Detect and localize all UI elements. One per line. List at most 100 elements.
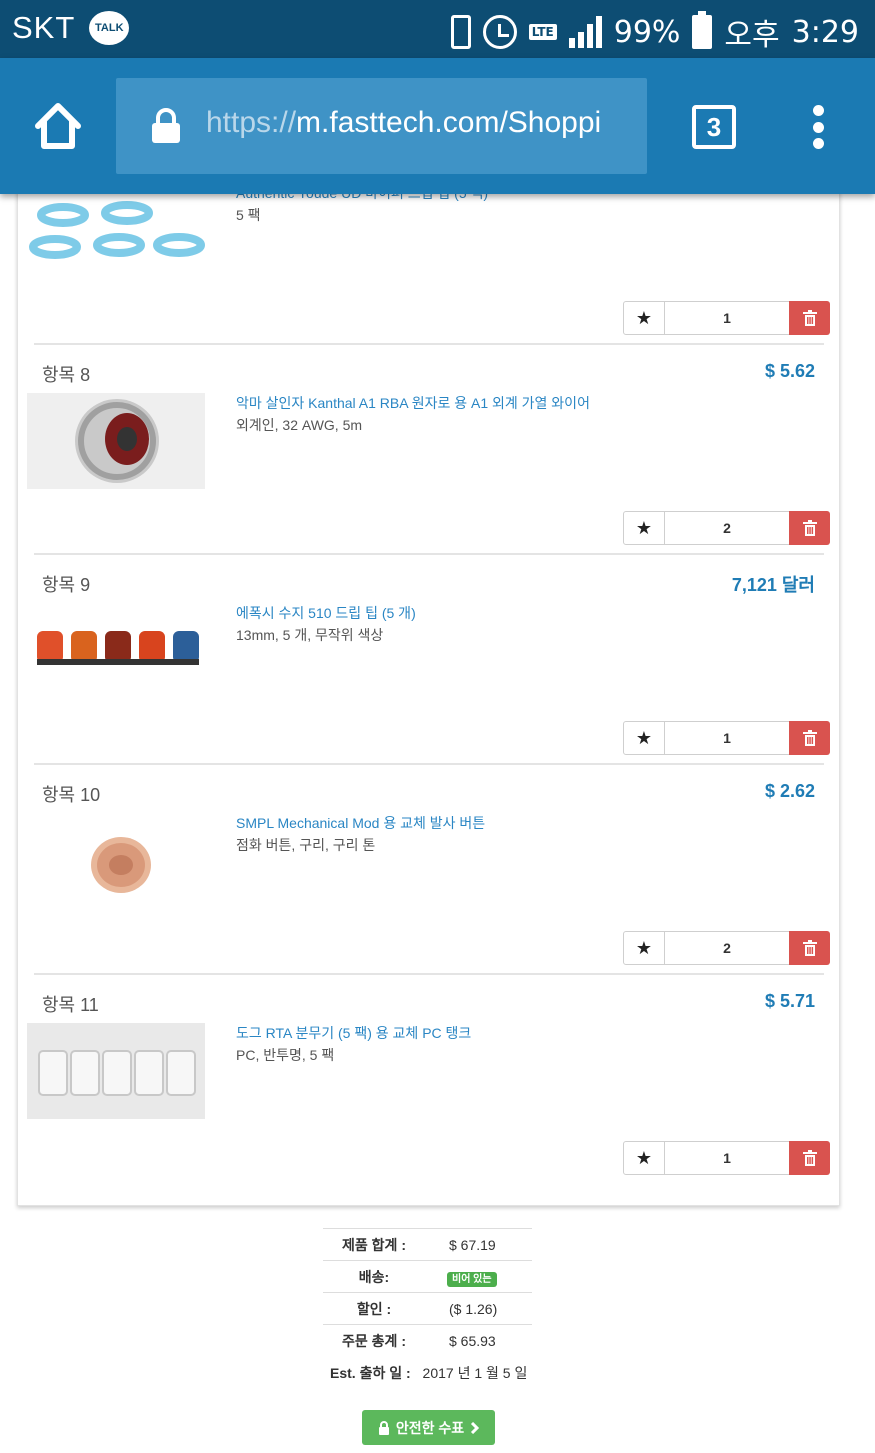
order-summary: 제품 합계 : $ 67.19 배송: 비어 있는 할인 : ($ 1.26) … bbox=[323, 1228, 532, 1356]
wishlist-star-button[interactable]: ★ bbox=[623, 301, 665, 335]
item-number: 항목 11 bbox=[42, 995, 99, 1015]
lock-icon bbox=[378, 1420, 389, 1435]
status-bar: SKT TALK LTE 99% 오후 3:29 bbox=[0, 0, 875, 58]
estimated-ship-date: Est. 출하 일 : 2017 년 1 월 5 일 bbox=[330, 1363, 527, 1383]
item-price: $ 2.62 bbox=[764, 781, 815, 801]
remove-item-button[interactable] bbox=[789, 931, 830, 965]
product-title-link[interactable]: SMPL Mechanical Mod 용 교체 발사 버튼 bbox=[236, 813, 485, 833]
shipping-row: 배송: 비어 있는 bbox=[323, 1260, 532, 1292]
alarm-icon bbox=[482, 15, 517, 49]
secure-checkout-button[interactable]: 안전한 수표 bbox=[362, 1410, 495, 1445]
trash-icon bbox=[802, 940, 817, 956]
est-ship-value: 2017 년 1 월 5 일 bbox=[422, 1365, 528, 1381]
divider bbox=[34, 763, 824, 765]
battery-percent: 99% bbox=[613, 14, 681, 50]
trash-icon bbox=[802, 1150, 817, 1166]
product-title-link[interactable]: 도그 RTA 분무기 (5 팩) 용 교체 PC 탱크 bbox=[236, 1023, 471, 1043]
wishlist-star-button[interactable]: ★ bbox=[623, 931, 665, 965]
product-image[interactable] bbox=[27, 1023, 205, 1119]
wishlist-star-button[interactable]: ★ bbox=[623, 1141, 665, 1175]
home-button[interactable] bbox=[30, 98, 86, 154]
discount-row: 할인 : ($ 1.26) bbox=[323, 1292, 532, 1324]
product-image[interactable] bbox=[27, 813, 205, 909]
time: 3:29 bbox=[791, 14, 859, 50]
checkout-label: 안전한 수표 bbox=[395, 1419, 465, 1436]
carrier-name: SKT bbox=[12, 10, 76, 45]
home-icon bbox=[35, 103, 81, 149]
remove-item-button[interactable] bbox=[789, 721, 830, 755]
item-controls: ★ 2 bbox=[623, 511, 830, 545]
wishlist-star-button[interactable]: ★ bbox=[623, 511, 665, 545]
product-title-link[interactable]: 악마 살인자 Kanthal A1 RBA 원자로 용 A1 외계 가열 와이어 bbox=[236, 393, 590, 413]
total-row: 주문 총계 : $ 65.93 bbox=[323, 1324, 532, 1356]
quantity-input[interactable]: 1 bbox=[665, 1141, 789, 1175]
item-controls: ★ 1 bbox=[623, 1141, 830, 1175]
remove-item-button[interactable] bbox=[789, 1141, 830, 1175]
divider bbox=[34, 973, 824, 975]
item-number: 항목 8 bbox=[42, 365, 91, 385]
cart-list: Authentic Youde UD 바이퍼 드립 팁 (5 팩) 5 팩 ★ … bbox=[17, 150, 840, 1206]
signal-icon bbox=[568, 16, 602, 48]
menu-dot-icon bbox=[812, 138, 824, 149]
product-options: PC, 반투명, 5 팩 bbox=[236, 1047, 335, 1063]
product-title-link[interactable]: 에폭시 수지 510 드립 팁 (5 개) bbox=[236, 603, 416, 623]
item-controls: ★ 1 bbox=[623, 301, 830, 335]
product-options: 13mm, 5 개, 무작위 색상 bbox=[236, 627, 384, 643]
divider bbox=[34, 343, 824, 345]
star-icon: ★ bbox=[635, 307, 653, 329]
product-image[interactable] bbox=[27, 393, 205, 489]
discount-label: 할인 : bbox=[356, 1300, 392, 1317]
lte-icon: LTE bbox=[528, 24, 557, 40]
remove-item-button[interactable] bbox=[789, 511, 830, 545]
battery-icon bbox=[692, 11, 713, 49]
subtotal-value: $ 67.19 bbox=[449, 1236, 496, 1253]
trash-icon bbox=[802, 730, 817, 746]
kakaotalk-icon: TALK bbox=[89, 11, 130, 45]
star-icon: ★ bbox=[635, 937, 653, 959]
tabs-button[interactable]: 3 bbox=[692, 105, 736, 149]
item-price: $ 5.71 bbox=[764, 991, 815, 1011]
item-controls: ★ 2 bbox=[623, 931, 830, 965]
browser-toolbar: https://m.fasttech.com/Shoppi 3 bbox=[0, 58, 875, 194]
url-host: m.fasttech.com/Shoppi bbox=[296, 106, 602, 139]
item-price: 7,121 달러 bbox=[731, 575, 815, 595]
subtotal-label: 제품 합계 : bbox=[342, 1236, 406, 1253]
total-value: $ 65.93 bbox=[449, 1332, 496, 1349]
product-image[interactable] bbox=[27, 197, 205, 293]
est-ship-label: Est. 출하 일 : bbox=[330, 1365, 411, 1381]
chevron-right-icon bbox=[471, 1421, 480, 1434]
url-scheme: https:// bbox=[206, 106, 297, 139]
trash-icon bbox=[802, 310, 817, 326]
remove-item-button[interactable] bbox=[789, 301, 830, 335]
item-number: 항목 10 bbox=[42, 785, 101, 805]
lock-icon bbox=[152, 108, 180, 143]
quantity-input[interactable]: 1 bbox=[665, 301, 789, 335]
product-image[interactable] bbox=[27, 603, 205, 699]
menu-dot-icon bbox=[812, 121, 824, 133]
quantity-input[interactable]: 2 bbox=[665, 931, 789, 965]
vibrate-icon bbox=[450, 15, 471, 49]
star-icon: ★ bbox=[635, 517, 653, 539]
total-label: 주문 총계 : bbox=[342, 1332, 406, 1349]
quantity-input[interactable]: 1 bbox=[665, 721, 789, 755]
product-options: 5 팩 bbox=[236, 207, 261, 223]
divider bbox=[34, 553, 824, 555]
star-icon: ★ bbox=[635, 1147, 653, 1169]
item-controls: ★ 1 bbox=[623, 721, 830, 755]
quantity-input[interactable]: 2 bbox=[665, 511, 789, 545]
trash-icon bbox=[802, 520, 817, 536]
star-icon: ★ bbox=[635, 727, 653, 749]
shipping-label: 배송: bbox=[358, 1268, 390, 1285]
time-ampm: 오후 bbox=[724, 18, 780, 53]
item-price: $ 5.62 bbox=[764, 361, 815, 381]
address-bar[interactable]: https://m.fasttech.com/Shoppi bbox=[116, 78, 647, 174]
wishlist-star-button[interactable]: ★ bbox=[623, 721, 665, 755]
overflow-menu-button[interactable] bbox=[806, 105, 830, 149]
item-number: 항목 9 bbox=[42, 575, 91, 595]
menu-dot-icon bbox=[812, 105, 824, 116]
product-options: 점화 버튼, 구리, 구리 톤 bbox=[236, 837, 376, 853]
shipping-free-badge: 비어 있는 bbox=[447, 1271, 497, 1287]
product-options: 외계인, 32 AWG, 5m bbox=[236, 417, 363, 433]
discount-value: ($ 1.26) bbox=[449, 1300, 498, 1317]
subtotal-row: 제품 합계 : $ 67.19 bbox=[323, 1228, 532, 1260]
